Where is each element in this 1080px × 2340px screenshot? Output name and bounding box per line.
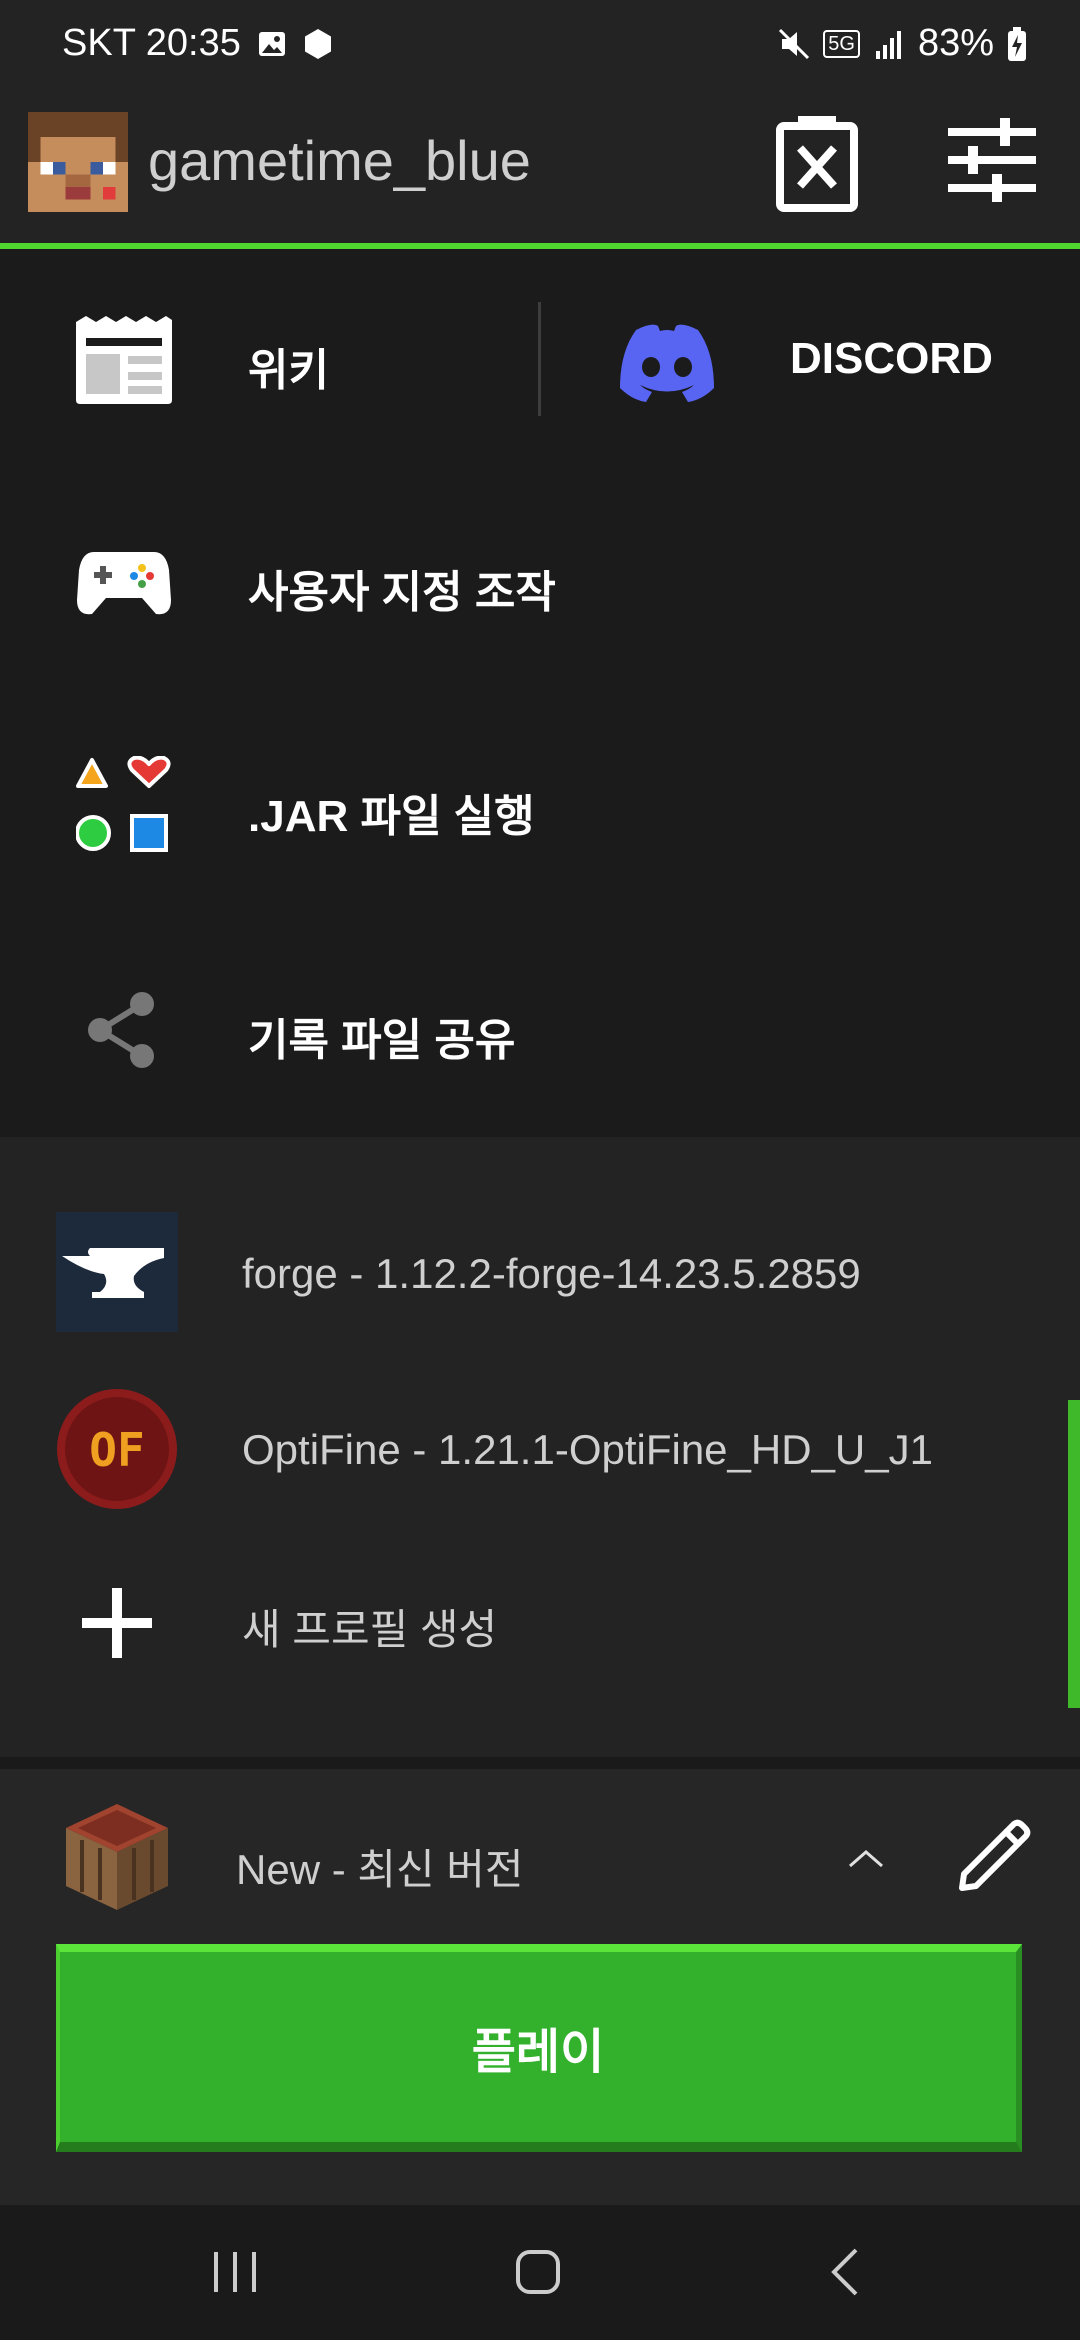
crafting-table-icon [66, 1804, 168, 1910]
optifine-profile-icon[interactable]: OF [56, 1388, 178, 1510]
discord-icon [620, 324, 714, 402]
create-profile-button-icon-wrap[interactable] [80, 1586, 154, 1660]
gallery-notification-icon [258, 31, 285, 56]
back-button[interactable] [826, 2246, 862, 2298]
selected-version-label[interactable]: New - 최신 버전 [236, 1836, 524, 1897]
optifine-icon: OF [57, 1389, 177, 1509]
gamepad-icon [77, 552, 171, 615]
home-button[interactable] [514, 2248, 562, 2296]
svg-text:OF: OF [89, 1423, 144, 1477]
plus-icon [82, 1588, 152, 1658]
share-logs-button-icon-wrap[interactable] [84, 990, 160, 1070]
menu-divider [538, 302, 541, 416]
wiki-label[interactable]: 위키 [248, 334, 329, 398]
player-skin-face-icon [28, 112, 128, 212]
status-left: SKT 20:35 [62, 22, 333, 65]
status-right: 5G 83% [777, 22, 1028, 65]
custom-controls-label[interactable]: 사용자 지정 조작 [248, 556, 556, 620]
version-dropdown-toggle[interactable] [846, 1838, 886, 1878]
home-icon [516, 2250, 560, 2294]
newspaper-icon [76, 316, 172, 404]
mute-icon [779, 28, 810, 59]
discord-label[interactable]: DISCORD [790, 334, 993, 384]
profile-list-scrollbar[interactable] [1068, 1400, 1080, 1708]
play-button[interactable]: 플레이 [56, 1944, 1022, 2152]
hexagon-notification-icon [304, 28, 331, 59]
player-avatar[interactable] [28, 112, 128, 212]
share-logs-label[interactable]: 기록 파일 공유 [248, 1004, 515, 1068]
sliders-icon [948, 118, 1036, 202]
recent-apps-button[interactable] [210, 2250, 260, 2294]
discord-button-icon-wrap[interactable] [614, 322, 720, 404]
edit-profile-button[interactable] [956, 1818, 1032, 1894]
create-profile-label[interactable]: 새 프로필 생성 [242, 1596, 497, 1657]
profile-item-label[interactable]: forge - 1.12.2-forge-14.23.5.2859 [242, 1250, 861, 1298]
back-chevron-icon [831, 2248, 858, 2296]
battery-charging-icon [1008, 26, 1026, 61]
status-carrier-time: SKT 20:35 [62, 22, 241, 64]
shapes-icon [75, 755, 171, 852]
recent-apps-icon [214, 2252, 256, 2292]
anvil-icon [62, 1248, 164, 1298]
bottom-separator [0, 1757, 1080, 1769]
trash-x-icon [776, 116, 858, 212]
profile-item-label[interactable]: OptiFine - 1.21.1-OptiFine_HD_U_J1 [242, 1426, 933, 1474]
run-jar-button-icon-wrap[interactable] [75, 755, 174, 856]
battery-percentage: 83% [917, 22, 994, 64]
version-selector-icon[interactable] [60, 1800, 174, 1914]
share-icon [88, 992, 154, 1068]
settings-button[interactable] [944, 112, 1040, 208]
custom-controls-button-icon-wrap[interactable] [76, 546, 172, 620]
forge-profile-icon[interactable] [56, 1212, 178, 1332]
run-jar-label[interactable]: .JAR 파일 실행 [248, 780, 535, 844]
pencil-icon [959, 1819, 1031, 1891]
delete-cache-button[interactable] [774, 112, 860, 212]
chevron-up-icon [849, 1850, 883, 1868]
username: gametime_blue [148, 129, 531, 192]
network-type-badge: 5G [823, 29, 860, 58]
play-button-label: 플레이 [471, 2026, 605, 2079]
wiki-button-icon-wrap[interactable] [72, 312, 176, 406]
signal-icon [875, 30, 901, 59]
